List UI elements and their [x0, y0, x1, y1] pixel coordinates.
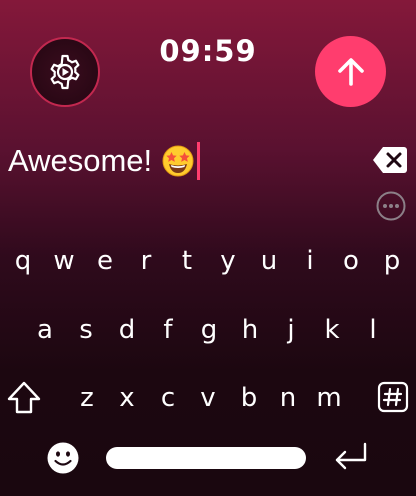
key-x[interactable]: x [109, 378, 145, 418]
key-n[interactable]: n [270, 378, 306, 418]
more-dots-icon [376, 191, 406, 221]
emoji-key[interactable] [46, 441, 80, 475]
key-s[interactable]: s [68, 310, 104, 350]
key-c[interactable]: c [150, 378, 186, 418]
more-options-button[interactable] [376, 191, 406, 221]
star-struck-emoji-icon [162, 145, 194, 177]
key-f[interactable]: f [150, 310, 186, 350]
key-u[interactable]: u [251, 241, 287, 281]
key-q[interactable]: q [5, 241, 41, 281]
backspace-icon [373, 147, 407, 173]
message-input[interactable]: Awesome! [8, 141, 201, 181]
send-button[interactable] [315, 36, 386, 107]
key-y[interactable]: y [210, 241, 246, 281]
key-l[interactable]: l [355, 310, 391, 350]
text-cursor [197, 142, 201, 180]
shift-icon [7, 381, 41, 414]
key-m[interactable]: m [311, 378, 347, 418]
key-p[interactable]: p [374, 241, 410, 281]
key-d[interactable]: d [109, 310, 145, 350]
hash-icon [377, 381, 409, 413]
key-j[interactable]: j [273, 310, 309, 350]
key-w[interactable]: w [46, 241, 82, 281]
key-g[interactable]: g [191, 310, 227, 350]
key-i[interactable]: i [292, 241, 328, 281]
backspace-button[interactable] [372, 146, 408, 174]
key-b[interactable]: b [231, 378, 267, 418]
smiley-icon [47, 442, 79, 474]
shift-key[interactable] [6, 380, 42, 416]
key-a[interactable]: a [27, 310, 63, 350]
return-icon [335, 442, 367, 470]
key-t[interactable]: t [169, 241, 205, 281]
key-r[interactable]: r [128, 241, 164, 281]
key-o[interactable]: o [333, 241, 369, 281]
key-h[interactable]: h [232, 310, 268, 350]
key-k[interactable]: k [314, 310, 350, 350]
symbols-key[interactable] [377, 381, 409, 413]
return-key[interactable] [332, 440, 370, 474]
space-bar[interactable] [106, 447, 306, 469]
arrow-up-icon [337, 57, 364, 86]
key-z[interactable]: z [69, 378, 105, 418]
key-e[interactable]: e [87, 241, 123, 281]
input-text: Awesome! [8, 143, 153, 178]
key-v[interactable]: v [190, 378, 226, 418]
